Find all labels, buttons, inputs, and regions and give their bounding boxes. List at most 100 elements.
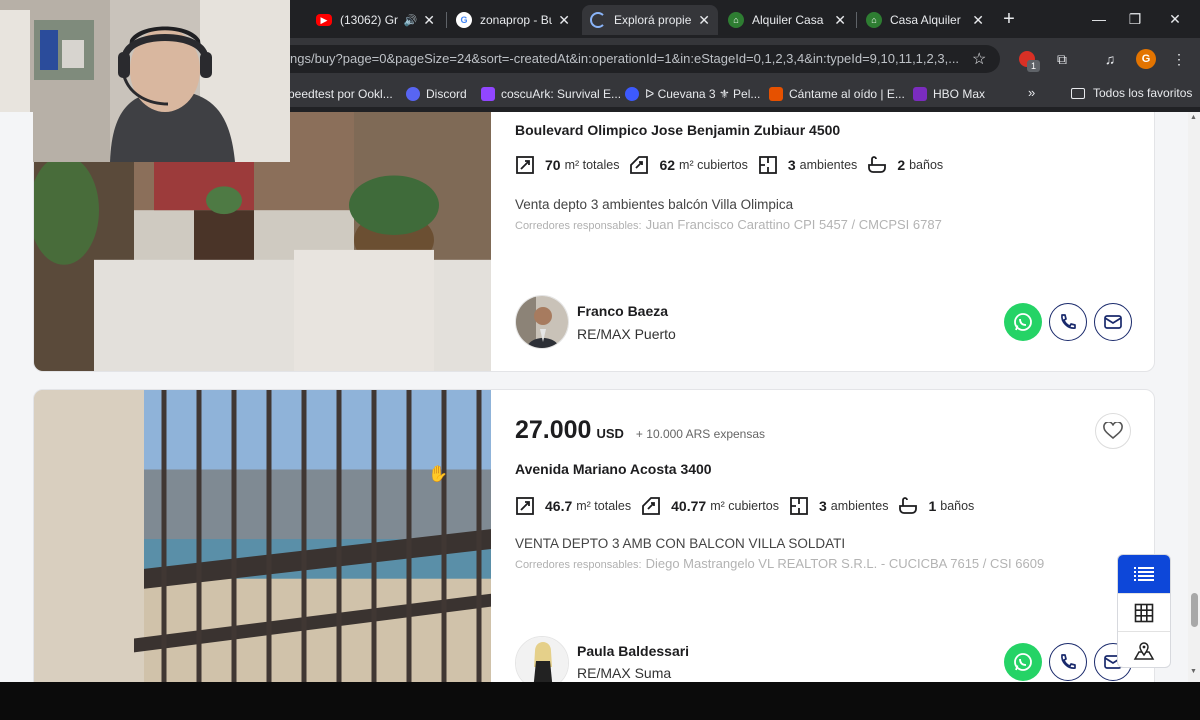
tab-title: Explorá propie (614, 13, 692, 27)
total-area-icon (516, 156, 534, 174)
call-button[interactable] (1049, 303, 1087, 341)
tab-alquiler-casa[interactable]: ⌂ Alquiler Casa ✕ (720, 5, 854, 35)
tab-zonaprop-google[interactable]: G zonaprop - Bu ✕ (448, 5, 578, 35)
scrollbar-thumb[interactable] (1191, 593, 1198, 627)
page-gutter (0, 112, 33, 162)
bookmark-hbomax[interactable]: HBO Max (913, 86, 985, 102)
grid-view-button[interactable] (1118, 593, 1170, 631)
bookmark-speedtest[interactable]: peedtest por Ookl... (288, 86, 393, 102)
tab-casa-alquiler[interactable]: ⌂ Casa Alquiler ✕ (858, 5, 992, 35)
close-icon[interactable]: ✕ (834, 13, 846, 27)
zonaprop-icon: ⌂ (866, 12, 882, 28)
listing-currency: USD (596, 426, 624, 441)
feature-bathrooms: 1 baños (898, 496, 974, 516)
folder-icon (1071, 87, 1085, 99)
listing-description[interactable]: Venta depto 3 ambientes balcón Villa Oli… (515, 197, 793, 212)
whatsapp-icon (1014, 313, 1032, 331)
agent-name: Paula Baldessari (577, 643, 690, 659)
media-control-icon[interactable]: ♫ (1099, 48, 1121, 70)
bookmark-cuevana[interactable]: ᐅ Cuevana 3 ⚜ Pel... (625, 86, 760, 102)
feature-total-area: 46.7 m² totales (515, 496, 631, 516)
listing-price-row: 27.000 USD + 10.000 ARS expensas (515, 416, 765, 445)
youtube-icon: ▶ (316, 14, 332, 26)
close-icon[interactable]: ✕ (423, 13, 435, 27)
tab-divider (856, 12, 857, 28)
speaker-icon[interactable]: 🔊 (404, 14, 418, 27)
menu-kebab-icon[interactable]: ⋮ (1168, 48, 1190, 70)
listing-brokers: Corredores responsables: Juan Francisco C… (515, 217, 942, 232)
bookmark-coscu[interactable]: coscuArk: Survival E... (481, 86, 621, 102)
new-tab-button[interactable]: + (998, 8, 1020, 30)
profile-avatar[interactable]: G (1136, 49, 1156, 69)
screen: ▶ (13062) Gr 🔊 ✕ G zonaprop - Bu ✕ Explo… (0, 0, 1200, 720)
heart-icon (1103, 422, 1123, 440)
listing-card[interactable]: 27.000 USD + 10.000 ARS expensas Avenida… (33, 389, 1155, 682)
taskbar (0, 682, 1200, 720)
bookmark-cantame[interactable]: Cántame al oído | E... (769, 86, 905, 102)
bath-icon (899, 497, 918, 514)
tab-divider (446, 12, 447, 28)
rooms-icon (790, 497, 808, 515)
covered-area-icon (630, 156, 649, 174)
tab-youtube[interactable]: ▶ (13062) Gr 🔊 ✕ (308, 5, 443, 35)
phone-icon (1061, 654, 1076, 669)
webcam-feed (0, 0, 290, 162)
close-window-button[interactable]: ✕ (1158, 6, 1192, 32)
bookmark-discord[interactable]: Discord (406, 86, 467, 102)
listing-features: 70 m² totales 62 m² cubiertos 3 ambientes 2… (515, 155, 953, 175)
phone-icon (1061, 314, 1076, 329)
minimize-button[interactable]: — (1082, 6, 1116, 32)
tab-explora-active[interactable]: Explorá propie ✕ (582, 5, 718, 35)
webcam-overlay (0, 0, 290, 162)
more-bookmarks-chevron-icon[interactable]: » (1028, 85, 1035, 100)
listing-photo[interactable] (34, 390, 491, 682)
feature-bathrooms: 2 baños (867, 155, 943, 175)
call-button[interactable] (1049, 643, 1087, 681)
close-icon[interactable]: ✕ (972, 13, 984, 27)
tab-title: (13062) Gr (340, 13, 399, 27)
bath-icon (868, 156, 887, 173)
grid-view-icon (1134, 603, 1154, 622)
hand-cursor-icon: ✋ (428, 466, 448, 483)
extensions-puzzle-icon[interactable]: ⧉ (1051, 48, 1073, 70)
total-area-icon (516, 497, 534, 515)
listing-brokers: Corredores responsables: Diego Mastrangel… (515, 556, 1045, 571)
loading-icon (590, 12, 606, 28)
cuevana-icon (625, 87, 639, 101)
scroll-up-arrow-icon[interactable]: ▲ (1190, 114, 1197, 121)
listing-description[interactable]: VENTA DEPTO 3 AMB CON BALCON VILLA SOLDA… (515, 536, 845, 551)
google-icon: G (456, 12, 472, 28)
listing-features: 46.7 m² totales 40.77 m² cubiertos 3 ambien… (515, 496, 984, 516)
all-bookmarks-folder[interactable]: Todos los favoritos (1071, 86, 1192, 100)
agent-name: Franco Baeza (577, 303, 669, 319)
tab-title: zonaprop - Bu (480, 13, 553, 27)
rooms-icon (758, 156, 777, 174)
close-icon[interactable]: ✕ (698, 13, 710, 27)
page-viewport: Boulevard Olimpico Jose Benjamin Zubiaur… (0, 112, 1188, 682)
agent-agency: RE/MAX Suma (577, 665, 672, 681)
hbomax-icon (913, 87, 927, 101)
favorite-button[interactable] (1095, 413, 1131, 449)
scroll-down-arrow-icon[interactable]: ▼ (1190, 668, 1197, 675)
listing-expenses: + 10.000 ARS expensas (635, 427, 766, 441)
list-view-button[interactable] (1118, 555, 1170, 593)
maximize-button[interactable]: ❐ (1118, 6, 1152, 32)
covered-area-icon (642, 497, 661, 515)
map-view-button[interactable] (1118, 631, 1170, 667)
zonaprop-icon: ⌂ (728, 12, 744, 28)
feature-rooms: 3 ambientes (758, 155, 857, 175)
listing-address[interactable]: Avenida Mariano Acosta 3400 (515, 461, 712, 477)
url-text[interactable]: ngs/buy?page=0&pageSize=24&sort=-created… (290, 51, 960, 66)
listing-address[interactable]: Boulevard Olimpico Jose Benjamin Zubiaur… (515, 122, 840, 138)
email-button[interactable] (1094, 303, 1132, 341)
map-view-icon (1133, 641, 1155, 660)
whatsapp-icon (1014, 653, 1032, 671)
discord-icon (406, 87, 420, 101)
list-view-icon (1134, 567, 1154, 581)
feature-total-area: 70 m² totales (515, 155, 619, 175)
close-icon[interactable]: ✕ (558, 13, 570, 27)
extension-badge: 1 (1027, 60, 1040, 72)
whatsapp-button[interactable] (1004, 303, 1042, 341)
whatsapp-button[interactable] (1004, 643, 1042, 681)
bookmark-star-icon[interactable]: ☆ (972, 49, 986, 69)
